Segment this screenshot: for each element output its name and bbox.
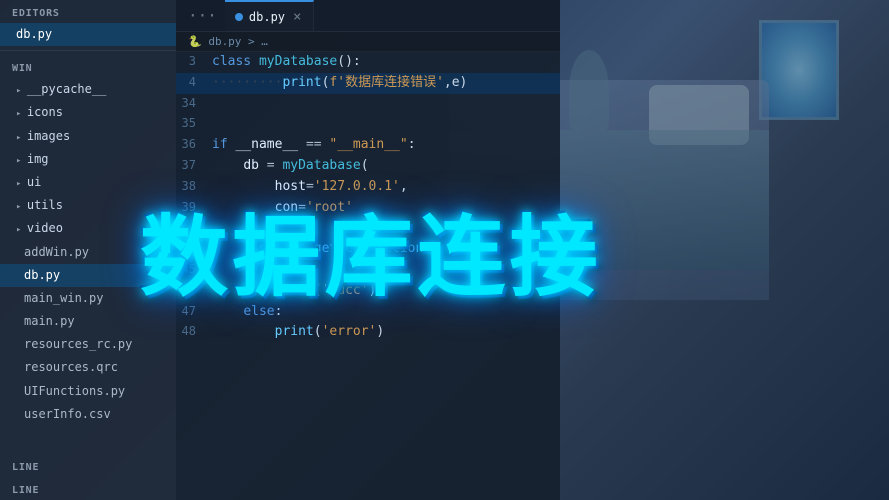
- sidebar-item-ui[interactable]: ui: [0, 171, 176, 194]
- sidebar-item-images[interactable]: images: [0, 125, 176, 148]
- sidebar-item-icons[interactable]: icons: [0, 101, 176, 124]
- sidebar-item-utils[interactable]: utils: [0, 194, 176, 217]
- code-line-44: 44 con = db.get_connection(): [176, 239, 560, 260]
- code-line-46: 46 print('succ'): [176, 281, 560, 302]
- sidebar-item-resources-qrc[interactable]: resources.qrc: [0, 356, 176, 379]
- sidebar-item-resources-rc[interactable]: resources_rc.py: [0, 333, 176, 356]
- tab-close-icon[interactable]: ×: [293, 9, 301, 25]
- tab-filename: db.py: [249, 10, 285, 24]
- sidebar-item-img[interactable]: img: [0, 148, 176, 171]
- sidebar-item-uifunctions[interactable]: UIFunctions.py: [0, 380, 176, 403]
- room-window: [759, 20, 839, 120]
- breadcrumb: 🐍 db.py > …: [176, 32, 560, 52]
- sidebar-divider-1: [0, 50, 176, 51]
- sidebar-item-db[interactable]: db.py: [0, 264, 176, 287]
- room-person: [569, 50, 609, 130]
- tab-more-icon[interactable]: ···: [180, 6, 225, 25]
- code-line-39: 39 con='root': [176, 198, 560, 219]
- sidebar-item-video[interactable]: video: [0, 217, 176, 240]
- code-line-47: 47 else:: [176, 302, 560, 323]
- code-line-36: 36 if __name__ == "__main__":: [176, 135, 560, 156]
- code-line-48: 48 print('error'): [176, 322, 560, 343]
- tab-bar: ··· db.py ×: [176, 0, 560, 32]
- python-file-icon: [235, 13, 243, 21]
- code-line-38: 38 host='127.0.0.1',: [176, 177, 560, 198]
- code-line-35: 35: [176, 114, 560, 135]
- code-line-4: 4 ·········print(f'数据库连接错误',e): [176, 73, 560, 94]
- editors-label: EDITORS: [0, 0, 176, 23]
- win-label: WIN: [0, 55, 176, 78]
- code-line-45: 45 if con:: [176, 260, 560, 281]
- bottom-label-line-2: LINE: [0, 477, 176, 500]
- code-line-40: 40: [176, 218, 560, 239]
- code-line-34: 34: [176, 94, 560, 115]
- code-editor[interactable]: 3 class myDatabase(): 4 ·········print(f…: [176, 52, 560, 500]
- sidebar-item-pycache[interactable]: __pycache__: [0, 78, 176, 101]
- code-line-3: 3 class myDatabase():: [176, 52, 560, 73]
- sidebar-item-addwin[interactable]: addWin.py: [0, 241, 176, 264]
- sidebar-item-userinfo[interactable]: userInfo.csv: [0, 403, 176, 426]
- bottom-label-line-1: LINE: [0, 454, 176, 477]
- tab-db-py[interactable]: db.py ×: [225, 0, 315, 31]
- sidebar-item-db-py-editors[interactable]: db.py: [0, 23, 176, 46]
- editor-area: ··· db.py × 🐍 db.py > … 3 class myDataba…: [176, 0, 560, 500]
- sidebar-item-main[interactable]: main.py: [0, 310, 176, 333]
- sidebar: EDITORS db.py WIN __pycache__ icons imag…: [0, 0, 176, 500]
- sidebar-item-main-win[interactable]: main_win.py: [0, 287, 176, 310]
- ide-container: EDITORS db.py WIN __pycache__ icons imag…: [0, 0, 560, 500]
- code-line-37: 37 db = myDatabase(: [176, 156, 560, 177]
